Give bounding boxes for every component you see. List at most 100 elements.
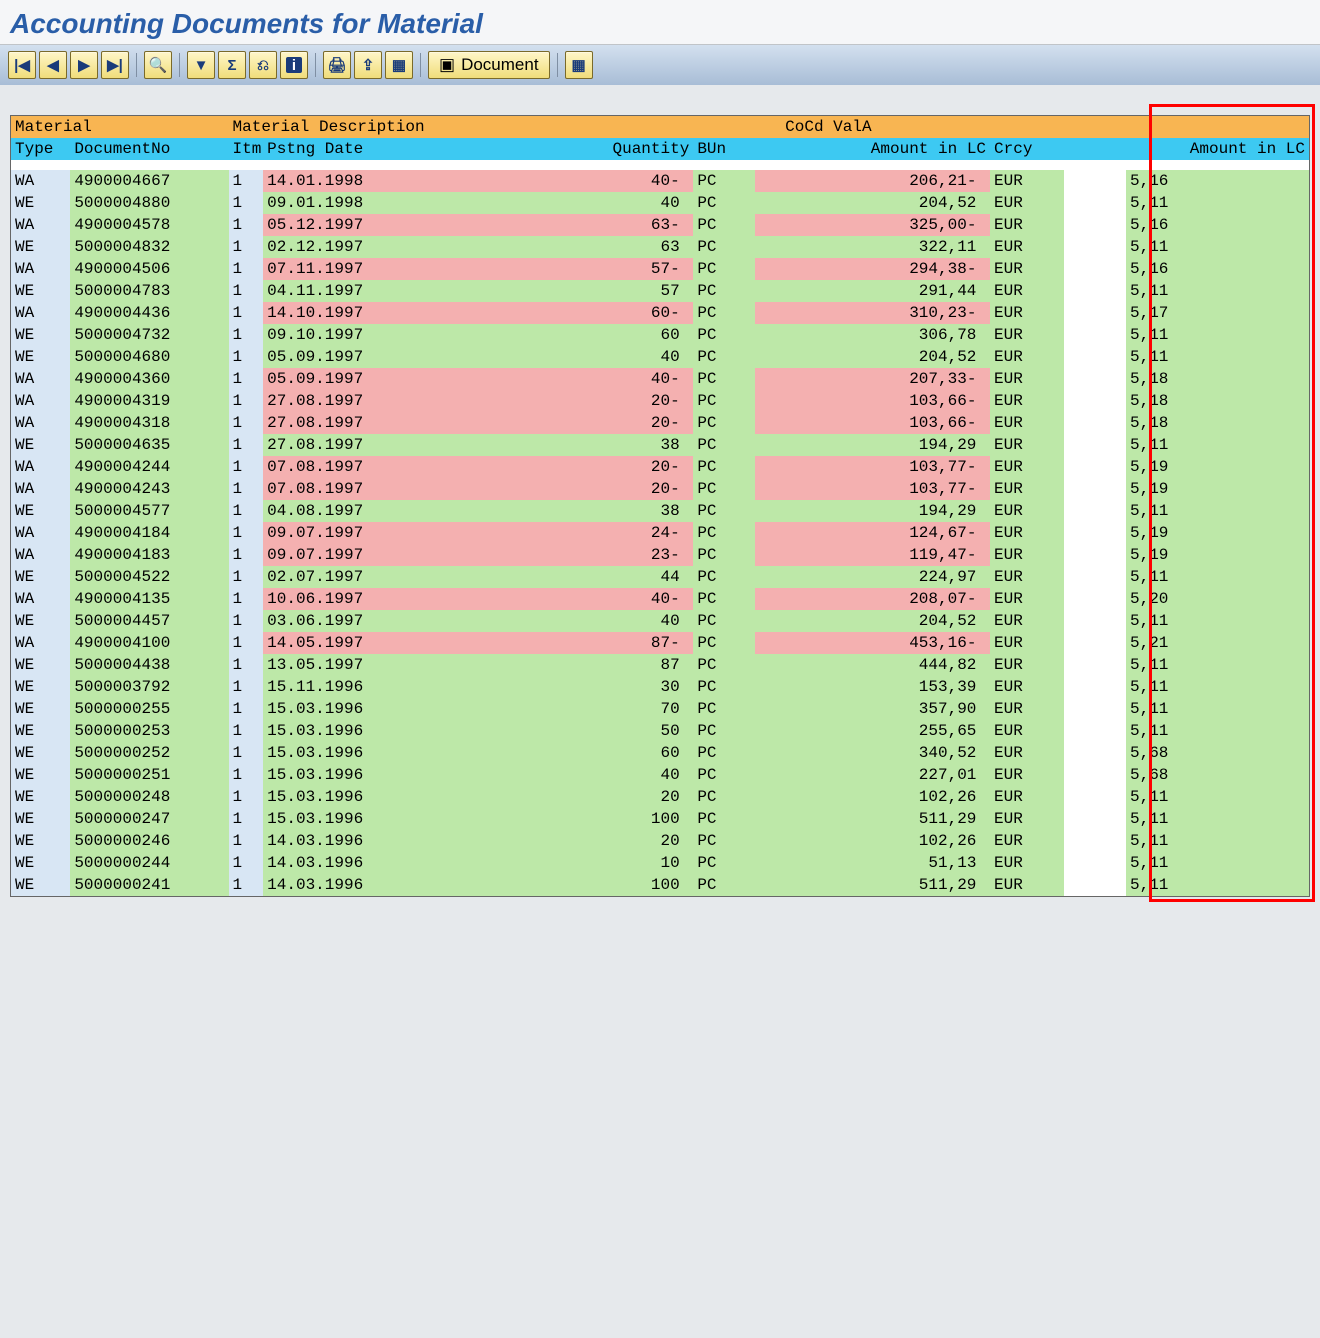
cell-amt2: 5,11 (1126, 720, 1309, 742)
col-date[interactable]: Pstng Date (263, 138, 421, 160)
table-row[interactable]: WE5000000255115.03.199670 PC357,90 EUR5,… (11, 698, 1309, 720)
document-button[interactable]: ▣ Document (428, 51, 550, 79)
cell-docno: 4900004436 (70, 302, 228, 324)
table-row[interactable]: WE5000004635127.08.199738 PC194,29 EUR5,… (11, 434, 1309, 456)
col-itm[interactable]: Itm (229, 138, 264, 160)
table-row[interactable]: WA4900004244107.08.199720- PC103,77- EUR… (11, 456, 1309, 478)
cell-itm: 1 (229, 258, 264, 280)
cell-qty: 60 (421, 742, 693, 764)
cell-qty: 100 (421, 874, 693, 896)
cell-itm: 1 (229, 214, 264, 236)
separator (557, 53, 558, 77)
first-page-button[interactable]: |◀ (8, 51, 36, 79)
table-row[interactable]: WE5000000248115.03.199620 PC102,26 EUR5,… (11, 786, 1309, 808)
table-row[interactable]: WE5000000252115.03.199660 PC340,52 EUR5,… (11, 742, 1309, 764)
table-row[interactable]: WE5000004457103.06.199740 PC204,52 EUR5,… (11, 610, 1309, 632)
table-row[interactable]: WE5000000253115.03.199650 PC255,65 EUR5,… (11, 720, 1309, 742)
cell-crcy: EUR (990, 566, 1064, 588)
cell-amt2: 5,20 (1126, 588, 1309, 610)
cell-itm: 1 (229, 324, 264, 346)
spreadsheet-button[interactable]: ▦ (385, 51, 413, 79)
cell-gap (1064, 676, 1126, 698)
layout-button[interactable]: ▦ (565, 51, 593, 79)
cell-itm: 1 (229, 192, 264, 214)
print-button[interactable]: 🖨 (323, 51, 351, 79)
table-row[interactable]: WE5000000251115.03.199640 PC227,01 EUR5,… (11, 764, 1309, 786)
export-button[interactable]: ⇪ (354, 51, 382, 79)
table-row[interactable]: WE5000004438113.05.199787 PC444,82 EUR5,… (11, 654, 1309, 676)
cell-itm: 1 (229, 170, 264, 192)
table-row[interactable]: WA4900004667114.01.199840- PC206,21- EUR… (11, 170, 1309, 192)
table-row[interactable]: WA4900004360105.09.199740- PC207,33- EUR… (11, 368, 1309, 390)
table-row[interactable]: WE5000003792115.11.199630 PC153,39 EUR5,… (11, 676, 1309, 698)
cell-qty: 40- (421, 368, 693, 390)
cell-type: WE (11, 742, 70, 764)
col-bun[interactable]: BUn (693, 138, 755, 160)
table-row[interactable]: WA4900004319127.08.199720- PC103,66- EUR… (11, 390, 1309, 412)
col-amt2[interactable]: Amount in LC (1126, 138, 1309, 160)
cell-amt1: 102,26 (755, 830, 990, 852)
cell-amt1: 206,21- (755, 170, 990, 192)
table-row[interactable]: WA4900004436114.10.199760- PC310,23- EUR… (11, 302, 1309, 324)
info-button[interactable]: i (280, 51, 308, 79)
col-type[interactable]: Type (11, 138, 70, 160)
col-docno[interactable]: DocumentNo (70, 138, 228, 160)
cell-crcy: EUR (990, 236, 1064, 258)
next-page-button[interactable]: ▶ (70, 51, 98, 79)
table-row[interactable]: WE5000004832102.12.199763 PC322,11 EUR5,… (11, 236, 1309, 258)
cell-qty: 10 (421, 852, 693, 874)
table-row[interactable]: WE5000004577104.08.199738 PC194,29 EUR5,… (11, 500, 1309, 522)
prev-icon: ◀ (47, 56, 59, 74)
alv-grid: Material Material Description CoCd ValA … (10, 115, 1310, 897)
last-page-button[interactable]: ▶| (101, 51, 129, 79)
cell-bun: PC (693, 566, 755, 588)
table-row[interactable]: WE5000004732109.10.199760 PC306,78 EUR5,… (11, 324, 1309, 346)
table-row[interactable]: WA4900004578105.12.199763- PC325,00- EUR… (11, 214, 1309, 236)
cell-date: 09.01.1998 (263, 192, 421, 214)
col-qty[interactable]: Quantity (421, 138, 693, 160)
cell-date: 14.03.1996 (263, 852, 421, 874)
cell-itm: 1 (229, 830, 264, 852)
print-icon: 🖨 (327, 56, 346, 74)
table-row[interactable]: WE5000000244114.03.199610 PC51,13 EUR5,1… (11, 852, 1309, 874)
col-amt1[interactable]: Amount in LC (755, 138, 990, 160)
cell-gap (1064, 808, 1126, 830)
table-row[interactable]: WE5000004783104.11.199757 PC291,44 EUR5,… (11, 280, 1309, 302)
filter-button[interactable]: ▼ (187, 51, 215, 79)
cell-amt1: 102,26 (755, 786, 990, 808)
table-row[interactable]: WA4900004243107.08.199720- PC103,77- EUR… (11, 478, 1309, 500)
cell-bun: PC (693, 588, 755, 610)
cell-bun: PC (693, 874, 755, 896)
cell-itm: 1 (229, 610, 264, 632)
subtotal-button[interactable]: ⎌ (249, 51, 277, 79)
table-row[interactable]: WE5000000241114.03.1996100 PC511,29 EUR5… (11, 874, 1309, 896)
table-row[interactable]: WE5000004680105.09.199740 PC204,52 EUR5,… (11, 346, 1309, 368)
col-crcy[interactable]: Crcy (990, 138, 1064, 160)
table-row[interactable]: WA4900004506107.11.199757- PC294,38- EUR… (11, 258, 1309, 280)
cell-type: WA (11, 478, 70, 500)
cell-date: 07.08.1997 (263, 456, 421, 478)
document-icon: ▣ (439, 55, 455, 75)
table-row[interactable]: WA4900004318127.08.199720- PC103,66- EUR… (11, 412, 1309, 434)
table-row[interactable]: WE5000000246114.03.199620 PC102,26 EUR5,… (11, 830, 1309, 852)
table-row[interactable]: WE5000004522102.07.199744 PC224,97 EUR5,… (11, 566, 1309, 588)
cell-docno: 5000004732 (70, 324, 228, 346)
table-row[interactable]: WA4900004184109.07.199724- PC124,67- EUR… (11, 522, 1309, 544)
prev-page-button[interactable]: ◀ (39, 51, 67, 79)
sum-button[interactable]: Σ (218, 51, 246, 79)
cell-itm: 1 (229, 742, 264, 764)
cell-amt2: 5,19 (1126, 456, 1309, 478)
table-row[interactable]: WE5000004880109.01.199840 PC204,52 EUR5,… (11, 192, 1309, 214)
cell-amt2: 5,11 (1126, 786, 1309, 808)
table-row[interactable]: WA4900004100114.05.199787- PC453,16- EUR… (11, 632, 1309, 654)
table-row[interactable]: WA4900004135110.06.199740- PC208,07- EUR… (11, 588, 1309, 610)
table-row[interactable]: WE5000000247115.03.1996100 PC511,29 EUR5… (11, 808, 1309, 830)
cell-docno: 5000000241 (70, 874, 228, 896)
table-row[interactable]: WA4900004183109.07.199723- PC119,47- EUR… (11, 544, 1309, 566)
cell-docno: 5000000244 (70, 852, 228, 874)
cell-bun: PC (693, 478, 755, 500)
details-button[interactable]: 🔍 (144, 51, 172, 79)
cell-type: WE (11, 566, 70, 588)
cell-type: WA (11, 368, 70, 390)
cell-itm: 1 (229, 302, 264, 324)
